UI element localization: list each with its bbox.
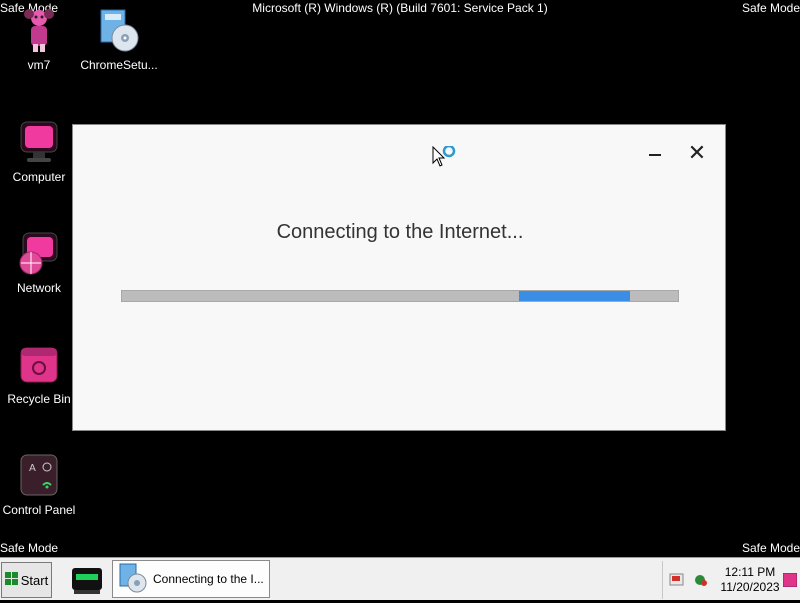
clock-time: 12:11 PM — [724, 565, 776, 579]
safe-mode-label-bottom-left: Safe Mode — [0, 541, 59, 555]
network-status-icon[interactable] — [693, 572, 709, 593]
desktop-icon-control-panel[interactable]: A Control Panel — [0, 451, 84, 517]
desktop-icon-label: ChromeSetu... — [80, 58, 158, 72]
doll-icon — [15, 6, 63, 54]
pinned-app-button[interactable] — [64, 562, 108, 598]
taskbar-item-label: Connecting to the I... — [153, 572, 264, 586]
installer-icon — [117, 562, 149, 597]
progress-bar — [121, 290, 679, 302]
control-panel-icon: A — [15, 451, 63, 499]
safe-mode-label-bottom-right: Safe Mode — [741, 541, 800, 555]
app-icon — [64, 568, 108, 602]
clock[interactable]: 12:11 PM 11/20/2023 — [715, 565, 785, 595]
start-label: Start — [20, 572, 49, 588]
network-icon — [15, 229, 63, 277]
action-center-flag-icon[interactable] — [669, 572, 685, 593]
installer-icon — [95, 6, 143, 54]
desktop-icon-label: vm7 — [27, 58, 51, 72]
safe-mode-label-top-right: Safe Mode — [741, 1, 800, 15]
svg-text:A: A — [29, 463, 36, 474]
start-button[interactable]: Start — [1, 562, 52, 598]
taskbar: Start Connecting to the I... 12:11 PM 11… — [0, 557, 800, 600]
show-desktop-icon[interactable] — [782, 572, 798, 592]
taskbar-item-connecting[interactable]: Connecting to the I... — [112, 560, 270, 598]
recycle-bin-icon — [15, 340, 63, 388]
desktop-icon-chromesetup[interactable]: ChromeSetu... — [74, 6, 164, 72]
status-text: Connecting to the Internet... — [276, 221, 524, 243]
connecting-dialog: ✕ Connecting to the Internet... — [72, 124, 726, 431]
computer-icon — [15, 118, 63, 166]
progress-indicator — [519, 291, 630, 301]
system-tray: 12:11 PM 11/20/2023 — [662, 561, 800, 599]
clock-date: 11/20/2023 — [720, 580, 780, 594]
minimize-button[interactable] — [643, 143, 667, 163]
desktop-icon-vm7[interactable]: vm7 — [0, 6, 84, 72]
desktop-icon-label: Control Panel — [2, 503, 76, 517]
close-button[interactable]: ✕ — [685, 142, 709, 165]
busy-cursor-icon — [432, 144, 462, 175]
windows-logo-icon — [4, 571, 19, 589]
